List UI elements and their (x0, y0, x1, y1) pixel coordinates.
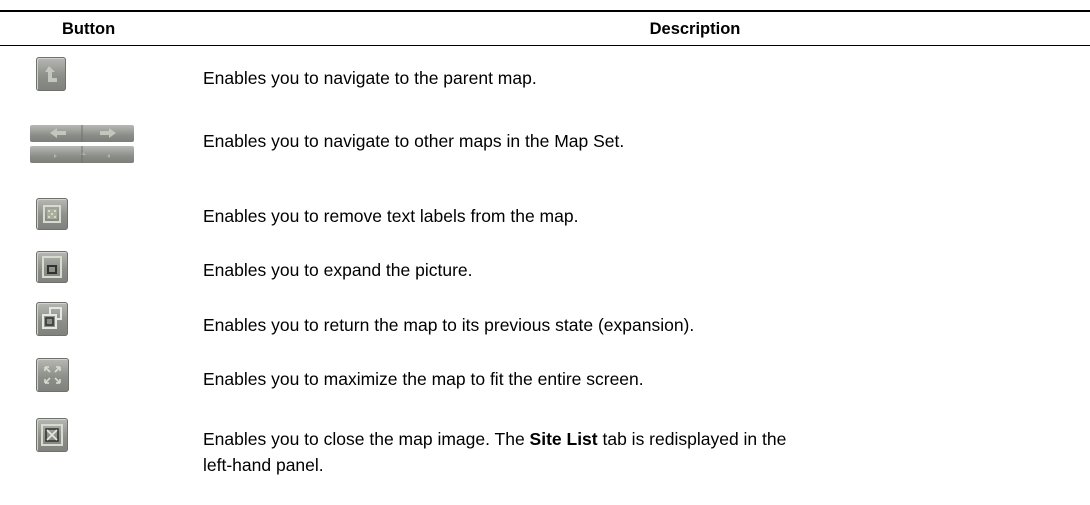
map-set-navigation-arrows-icon (30, 125, 134, 163)
row-description: Enables you to expand the picture. (203, 260, 473, 280)
close-description-text-before: Enables you to close the map image. The (203, 429, 530, 449)
header-rule (0, 45, 1090, 46)
row-description: Enables you to navigate to other maps in… (203, 131, 625, 151)
close-description-line2: left-hand panel. (203, 455, 324, 475)
close-map-image-icon (36, 418, 68, 452)
row-description: Enables you to remove text labels from t… (203, 206, 579, 226)
restore-previous-state-icon (36, 302, 68, 336)
table-top-rule (0, 10, 1090, 12)
header-description: Description (649, 20, 741, 38)
row-description: Enables you to return the map to its pre… (203, 315, 695, 335)
row-description: Enables you to maximize the map to fit t… (203, 369, 644, 389)
row-description: Enables you to navigate to the parent ma… (203, 68, 537, 88)
close-description-text-after: tab is redisplayed in the (597, 429, 787, 449)
row-description: Enables you to close the map image. The … (203, 426, 863, 478)
expand-picture-icon (36, 251, 68, 283)
maximize-fullscreen-icon (36, 358, 69, 392)
remove-labels-icon (36, 198, 68, 230)
site-list-tab-name: Site List (529, 429, 598, 449)
parent-map-up-arrow-icon (36, 57, 66, 91)
